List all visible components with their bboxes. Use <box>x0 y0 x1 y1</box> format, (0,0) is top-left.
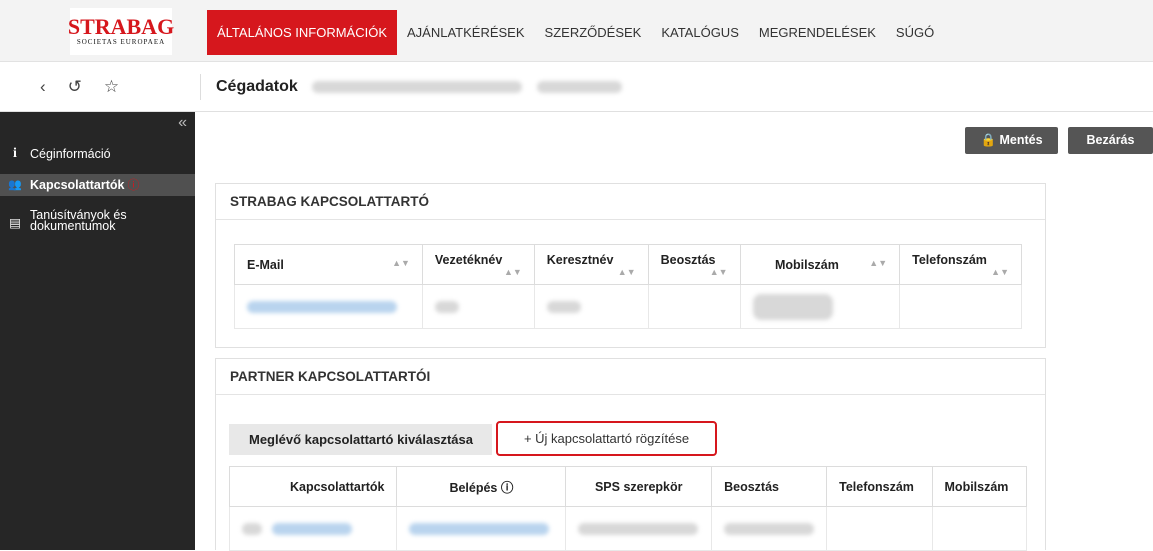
redacted-cell <box>396 506 567 551</box>
required-info-icon: ⓘ <box>127 178 140 192</box>
sub-bar: ‹ ↺ ☆ Cégadatok <box>0 62 1153 112</box>
page-title-text: Cégadatok <box>216 78 298 95</box>
redacted-location <box>536 80 622 93</box>
strabag-contacts-table: E-Mail ▲▼ Vezetéknév ▲▼ Keresztnév ▲▼ Beosz… <box>234 244 1022 329</box>
table-header-row: E-Mail ▲▼ Vezetéknév ▲▼ Keresztnév ▲▼ Beosz… <box>234 244 1022 285</box>
sidebar-item-label: Tanúsítványok és dokumentumok <box>30 208 127 233</box>
redacted-cell <box>739 284 901 329</box>
table-cell <box>899 284 1022 329</box>
logo-subtext: SOCIETAS EUROPAEA <box>76 38 166 46</box>
page-title: Cégadatok <box>216 62 622 112</box>
redacted-cell <box>711 506 828 551</box>
column-header[interactable]: Keresztnév ▲▼ <box>533 244 649 285</box>
star-icon[interactable]: ☆ <box>104 77 119 97</box>
sidebar-item-contacts[interactable]: 👥 Kapcsolattartók ⓘ <box>0 174 195 196</box>
column-header[interactable]: Mobilszám ▲▼ <box>739 244 901 285</box>
sort-icon: ▲▼ <box>503 266 522 277</box>
back-icon[interactable]: ‹ <box>40 77 46 97</box>
table-row[interactable] <box>234 284 1022 329</box>
table-cell <box>826 506 933 551</box>
sidebar-item-company-info[interactable]: i Céginformáció <box>0 144 195 164</box>
close-button[interactable]: Bezárás <box>1068 127 1153 154</box>
history-icon[interactable]: ↺ <box>68 77 82 97</box>
column-header[interactable]: Telefonszám <box>826 466 933 507</box>
column-header[interactable]: SPS szerepkör <box>565 466 713 507</box>
nav-catalog[interactable]: KATALÓGUS <box>651 10 749 55</box>
logo-text: STRABAG <box>67 14 175 39</box>
add-new-contact-button[interactable]: + Új kapcsolattartó rögzítése <box>496 421 717 456</box>
nav-orders[interactable]: MEGRENDELÉSEK <box>749 10 886 55</box>
sort-icon: ▲▼ <box>709 266 728 277</box>
sort-icon: ▲▼ <box>869 257 888 268</box>
sidebar-item-label: Kapcsolattartók <box>30 178 125 192</box>
table-cell <box>931 506 1028 551</box>
users-icon: 👥 <box>8 179 22 191</box>
sidebar-item-certificates[interactable]: ▤ Tanúsítványok és dokumentumok <box>0 208 195 240</box>
table-header-row: Kapcsolattartók Belépés ⓘ SPS szerepkör … <box>228 466 1028 507</box>
column-header[interactable]: Beosztás <box>711 466 828 507</box>
role-select[interactable] <box>565 506 713 551</box>
sort-icon: ▲▼ <box>617 266 636 277</box>
divider <box>200 74 201 100</box>
info-icon: i <box>13 146 17 161</box>
tab-existing-contact[interactable]: Meglévő kapcsolattartó kiválasztása <box>229 424 492 455</box>
redacted-cell <box>228 506 398 551</box>
column-header[interactable]: Belépés ⓘ <box>396 466 567 507</box>
nav-requests[interactable]: AJÁNLATKÉRÉSEK <box>397 10 535 55</box>
column-header[interactable]: Kapcsolattartók <box>228 466 398 507</box>
sidebar: « i Céginformáció 👥 Kapcsolattartók ⓘ ▤ … <box>0 112 195 550</box>
table-cell <box>647 284 741 329</box>
column-header[interactable]: Telefonszám ▲▼ <box>899 244 1022 285</box>
top-bar: STRABAG SOCIETAS EUROPAEA ÁLTALÁNOS INFO… <box>0 0 1153 62</box>
sort-icon: ▲▼ <box>991 266 1009 277</box>
document-icon: ▤ <box>9 216 21 230</box>
nav-help[interactable]: SÚGÓ <box>886 10 944 55</box>
main-nav: ÁLTALÁNOS INFORMÁCIÓK AJÁNLATKÉRÉSEK SZE… <box>207 10 944 55</box>
nav-general-info[interactable]: ÁLTALÁNOS INFORMÁCIÓK <box>207 10 397 55</box>
column-header[interactable]: Beosztás ▲▼ <box>647 244 741 285</box>
column-header[interactable]: E-Mail ▲▼ <box>234 244 423 285</box>
save-button[interactable]: 🔒 Mentés <box>965 127 1058 154</box>
nav-contracts[interactable]: SZERZŐDÉSEK <box>535 10 652 55</box>
redacted-cell <box>234 284 423 329</box>
column-header[interactable]: Mobilszám <box>931 466 1028 507</box>
sidebar-item-label: Céginformáció <box>30 147 111 161</box>
column-header[interactable]: Vezetéknév ▲▼ <box>421 244 535 285</box>
redacted-cell <box>421 284 535 329</box>
redacted-cell <box>533 284 649 329</box>
table-row[interactable] <box>228 506 1028 551</box>
redacted-company-name <box>312 80 523 93</box>
panel-title: PARTNER KAPCSOLATTARTÓI <box>216 359 1045 395</box>
panel-title: STRABAG KAPCSOLATTARTÓ <box>216 184 1045 220</box>
sort-icon: ▲▼ <box>392 257 410 268</box>
strabag-logo[interactable]: STRABAG SOCIETAS EUROPAEA <box>67 8 175 55</box>
partner-contacts-table: Kapcsolattartók Belépés ⓘ SPS szerepkör … <box>228 466 1028 551</box>
collapse-icon[interactable]: « <box>178 114 187 132</box>
